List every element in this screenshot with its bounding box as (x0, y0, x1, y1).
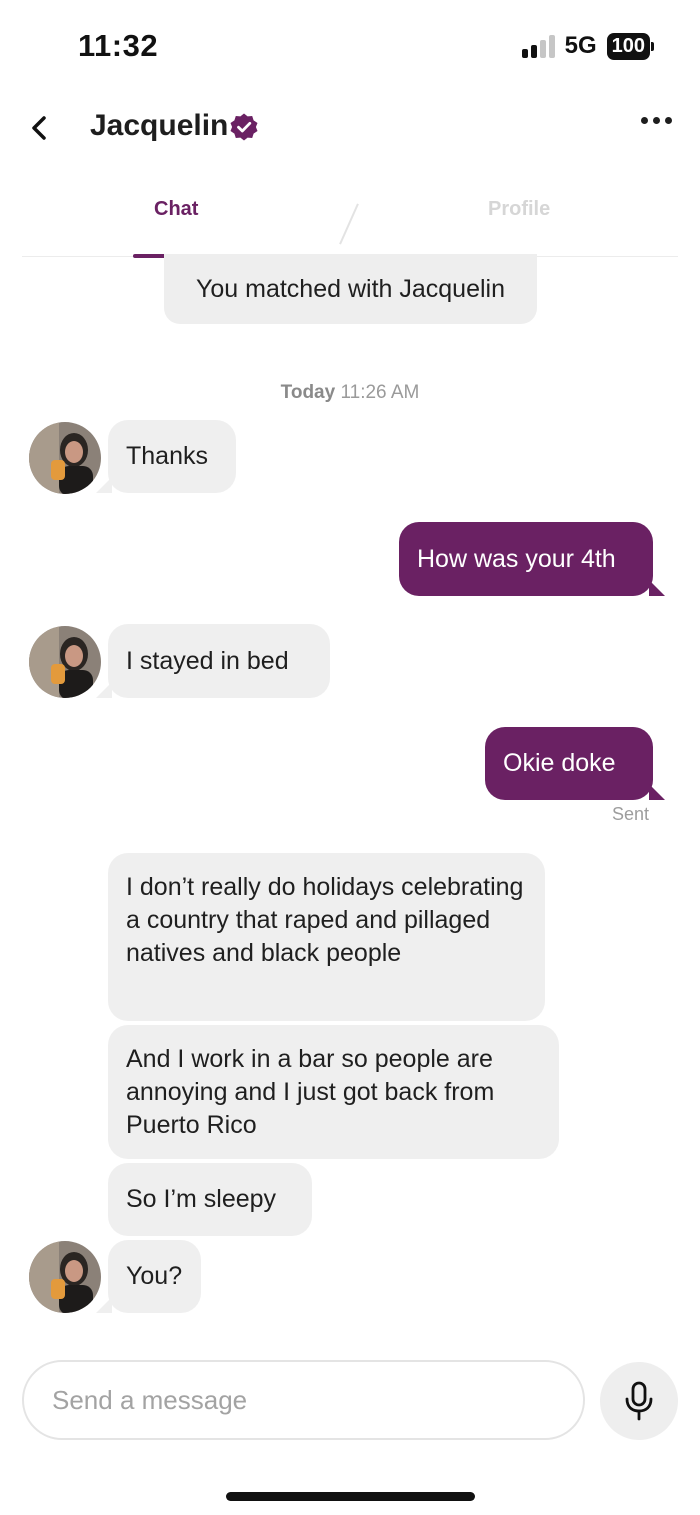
chevron-left-icon (32, 116, 46, 140)
message-bubble-incoming[interactable]: I stayed in bed (96, 624, 330, 698)
message-bubble-incoming[interactable]: So I’m sleepy (108, 1163, 312, 1236)
avatar[interactable] (29, 1241, 101, 1313)
timestamp-time: 11:26 AM (340, 382, 420, 403)
contact-name[interactable]: Jacquelin (90, 109, 228, 143)
ellipsis-icon (641, 117, 648, 124)
microphone-icon (625, 1381, 653, 1421)
tab-profile[interactable]: Profile (488, 198, 550, 221)
status-time: 11:32 (78, 28, 159, 63)
conversation-timestamp: Today 11:26 AM (0, 382, 700, 404)
signal-strength-icon (521, 34, 555, 58)
tab-divider (339, 203, 359, 245)
avatar-photo (29, 1241, 101, 1313)
avatar[interactable] (29, 422, 101, 494)
message-bubble-outgoing[interactable]: Okie doke (485, 727, 665, 800)
chat-profile-tabs: Chat Profile (22, 180, 678, 258)
home-indicator (226, 1492, 475, 1501)
avatar-photo (29, 422, 101, 494)
message-bubble-incoming[interactable]: You? (96, 1240, 201, 1313)
message-input[interactable] (52, 1380, 552, 1420)
timestamp-day: Today (280, 382, 336, 403)
tab-chat[interactable]: Chat (154, 198, 198, 221)
battery-icon: 100 (606, 32, 654, 60)
message-bubble-incoming[interactable]: Thanks (96, 420, 236, 493)
status-indicators: 5G 100 (521, 32, 654, 60)
status-bar: 11:32 5G 100 (0, 0, 700, 90)
chat-header: Jacquelin (0, 95, 700, 163)
back-button[interactable] (24, 113, 54, 143)
message-bubble-incoming[interactable]: And I work in a bar so people are annoyi… (108, 1025, 559, 1159)
message-status: Sent (612, 804, 650, 824)
battery-level: 100 (606, 32, 650, 60)
more-options-button[interactable] (641, 117, 672, 124)
message-bubble-incoming[interactable]: I don’t really do holidays celebrating a… (108, 853, 545, 1021)
message-composer (22, 1360, 585, 1440)
verified-badge-icon (230, 113, 258, 141)
match-notice: You matched with Jacquelin (164, 254, 537, 324)
avatar-photo (29, 626, 101, 698)
network-type: 5G (564, 32, 597, 59)
message-bubble-outgoing[interactable]: How was your 4th (399, 522, 665, 596)
voice-message-button[interactable] (600, 1362, 678, 1440)
avatar[interactable] (29, 626, 101, 698)
